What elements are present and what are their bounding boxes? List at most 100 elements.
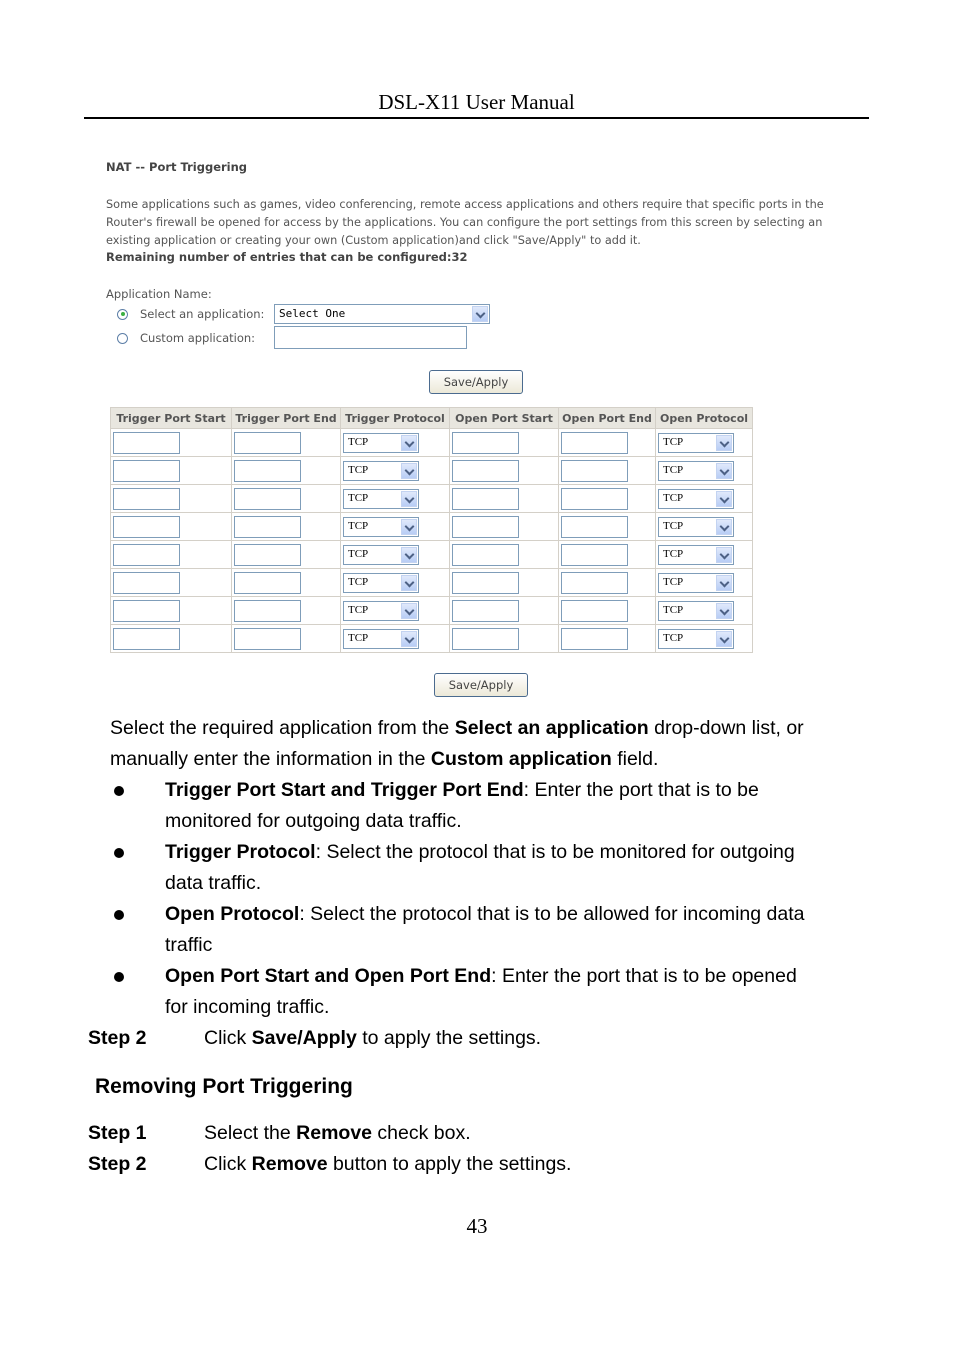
dropdown-button[interactable] xyxy=(716,434,732,451)
open-protocol-select[interactable]: TCP xyxy=(658,544,734,565)
open-port-end-input[interactable] xyxy=(561,571,628,594)
bullet-term: Open Protocol xyxy=(165,903,300,925)
table-cell xyxy=(558,512,656,541)
trigger-protocol-select[interactable]: TCP xyxy=(343,516,419,537)
open-port-end-input[interactable] xyxy=(561,487,628,510)
trigger-port-end-input[interactable] xyxy=(234,571,301,594)
dropdown-button[interactable] xyxy=(716,602,732,619)
select-application-dropdown[interactable]: Select One xyxy=(274,304,490,324)
step-2-save: Step 2 Click Save/Apply to apply the sett… xyxy=(88,1023,541,1054)
trigger-port-end-input[interactable] xyxy=(234,487,301,510)
dropdown-button[interactable] xyxy=(716,462,732,479)
trigger-protocol-select[interactable]: TCP xyxy=(343,600,419,621)
protocol-value: TCP xyxy=(663,463,684,476)
trigger-port-start-input[interactable] xyxy=(113,431,180,454)
trigger-port-end-input[interactable] xyxy=(234,459,301,482)
custom-application-input[interactable] xyxy=(274,326,467,349)
open-port-start-input[interactable] xyxy=(452,571,519,594)
dropdown-button[interactable] xyxy=(401,602,417,619)
open-port-end-input[interactable] xyxy=(561,431,628,454)
trigger-port-end-input[interactable] xyxy=(234,627,301,650)
open-protocol-select[interactable]: TCP xyxy=(658,432,734,453)
open-port-end-input[interactable] xyxy=(561,459,628,482)
custom-application-option[interactable]: Custom application: xyxy=(117,331,255,345)
trigger-port-start-input[interactable] xyxy=(113,627,180,650)
intro-line-2: manually enter the information in the Cu… xyxy=(110,744,658,775)
trigger-port-end-input[interactable] xyxy=(234,515,301,538)
chevron-down-icon xyxy=(719,437,730,447)
table-cell: TCP xyxy=(340,596,450,625)
bullet-text: : Select the protocol that is to be allo… xyxy=(299,903,805,925)
trigger-port-start-input[interactable] xyxy=(113,543,180,566)
trigger-port-start-input[interactable] xyxy=(113,459,180,482)
open-port-start-input[interactable] xyxy=(452,431,519,454)
open-port-start-input[interactable] xyxy=(452,515,519,538)
open-port-end-input[interactable] xyxy=(561,599,628,622)
dropdown-button[interactable] xyxy=(401,434,417,451)
dropdown-button[interactable] xyxy=(716,630,732,647)
dropdown-button[interactable] xyxy=(401,490,417,507)
open-protocol-select[interactable]: TCP xyxy=(658,488,734,509)
custom-application-radio[interactable] xyxy=(117,332,128,344)
trigger-protocol-select[interactable]: TCP xyxy=(343,628,419,649)
open-port-end-input[interactable] xyxy=(561,627,628,650)
protocol-value: TCP xyxy=(663,631,684,644)
trigger-port-start-input[interactable] xyxy=(113,487,180,510)
save-apply-button-bottom[interactable]: Save/Apply xyxy=(434,673,528,697)
open-protocol-select[interactable]: TCP xyxy=(658,628,734,649)
protocol-value: TCP xyxy=(348,463,369,476)
open-protocol-select[interactable]: TCP xyxy=(658,460,734,481)
table-cell xyxy=(449,512,559,541)
trigger-protocol-select[interactable]: TCP xyxy=(343,432,419,453)
bullet-term: Open Port Start and Open Port End xyxy=(165,965,492,987)
protocol-value: TCP xyxy=(663,519,684,532)
open-protocol-select[interactable]: TCP xyxy=(658,516,734,537)
port-triggering-table: Trigger Port Start Trigger Port End Trig… xyxy=(110,407,753,653)
open-port-start-input[interactable] xyxy=(452,543,519,566)
dropdown-button[interactable] xyxy=(716,490,732,507)
trigger-port-start-input[interactable] xyxy=(113,515,180,538)
dropdown-button[interactable] xyxy=(401,546,417,563)
text-run: manually enter the information in the xyxy=(110,748,431,770)
step-text: Click xyxy=(204,1027,252,1049)
col-trigger-port-start: Trigger Port Start xyxy=(110,407,232,429)
dropdown-button[interactable] xyxy=(401,574,417,591)
open-port-start-input[interactable] xyxy=(452,627,519,650)
dropdown-button[interactable] xyxy=(716,574,732,591)
step-label: Step 2 xyxy=(88,1027,147,1049)
trigger-protocol-select[interactable]: TCP xyxy=(343,544,419,565)
trigger-port-start-input[interactable] xyxy=(113,599,180,622)
dropdown-button[interactable] xyxy=(401,462,417,479)
step-bold: Save/Apply xyxy=(251,1027,357,1049)
trigger-port-end-input[interactable] xyxy=(234,431,301,454)
select-application-option[interactable]: Select an application: xyxy=(117,307,264,321)
protocol-value: TCP xyxy=(348,575,369,588)
open-protocol-select[interactable]: TCP xyxy=(658,600,734,621)
table-cell: TCP xyxy=(340,540,450,569)
dropdown-button[interactable] xyxy=(401,630,417,647)
header-rule xyxy=(84,117,869,119)
open-port-end-input[interactable] xyxy=(561,543,628,566)
trigger-protocol-select[interactable]: TCP xyxy=(343,460,419,481)
dropdown-button[interactable] xyxy=(716,518,732,535)
dropdown-button[interactable] xyxy=(472,306,488,322)
dropdown-button[interactable] xyxy=(401,518,417,535)
trigger-port-start-input[interactable] xyxy=(113,571,180,594)
remaining-entries: Remaining number of entries that can be … xyxy=(106,250,468,264)
bullet-item: Trigger Port Start and Trigger Port End:… xyxy=(165,775,759,806)
open-port-start-input[interactable] xyxy=(452,487,519,510)
trigger-protocol-select[interactable]: TCP xyxy=(343,488,419,509)
open-port-start-input[interactable] xyxy=(452,599,519,622)
open-protocol-select[interactable]: TCP xyxy=(658,572,734,593)
trigger-port-end-input[interactable] xyxy=(234,599,301,622)
trigger-protocol-select[interactable]: TCP xyxy=(343,572,419,593)
col-open-port-start: Open Port Start xyxy=(449,407,559,429)
table-cell xyxy=(231,624,341,653)
select-application-radio[interactable] xyxy=(117,308,128,320)
table-cell xyxy=(558,428,656,457)
open-port-end-input[interactable] xyxy=(561,515,628,538)
dropdown-button[interactable] xyxy=(716,546,732,563)
save-apply-button-top[interactable]: Save/Apply xyxy=(429,370,523,394)
trigger-port-end-input[interactable] xyxy=(234,543,301,566)
open-port-start-input[interactable] xyxy=(452,459,519,482)
